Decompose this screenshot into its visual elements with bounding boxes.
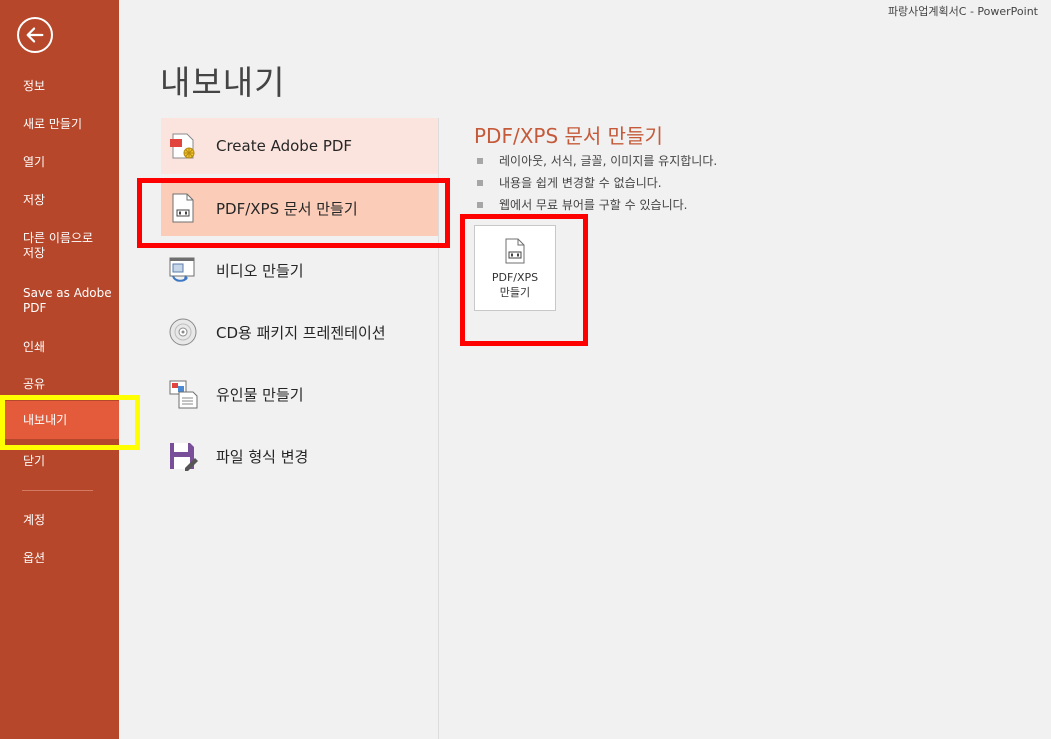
option-create-pdf-xps[interactable]: PDF/XPS 문서 만들기 bbox=[161, 180, 438, 236]
adobe-pdf-icon bbox=[166, 129, 200, 163]
create-pdf-xps-button[interactable]: PDF/XPS 만들기 bbox=[474, 225, 556, 311]
arrow-left-icon bbox=[26, 27, 44, 43]
nav-item-save[interactable]: 저장 bbox=[0, 193, 119, 208]
option-label: 비디오 만들기 bbox=[216, 261, 304, 280]
bullet-square bbox=[477, 202, 483, 208]
bullet-item: 내용을 쉽게 변경할 수 없습니다. bbox=[477, 172, 717, 194]
option-label: Create Adobe PDF bbox=[216, 137, 353, 155]
nav-item-print[interactable]: 인쇄 bbox=[0, 340, 119, 355]
nav-item-save-as-adobe-pdf[interactable]: Save as Adobe PDF bbox=[0, 286, 119, 316]
nav-item-new[interactable]: 새로 만들기 bbox=[0, 117, 119, 132]
option-package-for-cd[interactable]: CD용 패키지 프레젠테이션 bbox=[161, 304, 438, 360]
option-create-handouts[interactable]: 유인물 만들기 bbox=[161, 366, 438, 422]
option-label: CD용 패키지 프레젠테이션 bbox=[216, 323, 386, 342]
bullet-item: 레이아웃, 서식, 글꼴, 이미지를 유지합니다. bbox=[477, 150, 717, 172]
nav-item-export[interactable]: 내보내기 bbox=[0, 401, 119, 439]
nav-item-options[interactable]: 옵션 bbox=[0, 551, 119, 566]
sidebar-divider bbox=[22, 490, 93, 491]
pdf-xps-document-icon bbox=[505, 238, 525, 264]
nav-item-info[interactable]: 정보 bbox=[0, 79, 119, 94]
option-create-adobe-pdf[interactable]: Create Adobe PDF bbox=[161, 118, 438, 174]
options-divider bbox=[438, 118, 439, 739]
nav-item-save-as[interactable]: 다른 이름으로 저장 bbox=[0, 231, 119, 261]
bullet-square bbox=[477, 158, 483, 164]
nav-item-share[interactable]: 공유 bbox=[0, 377, 119, 392]
option-create-video[interactable]: 비디오 만들기 bbox=[161, 242, 438, 298]
nav-item-open[interactable]: 열기 bbox=[0, 155, 119, 170]
create-button-label: PDF/XPS 만들기 bbox=[491, 271, 539, 299]
handout-icon bbox=[166, 377, 200, 411]
bullet-square bbox=[477, 180, 483, 186]
save-as-icon bbox=[166, 439, 200, 473]
option-label: PDF/XPS 문서 만들기 bbox=[216, 199, 358, 218]
back-button[interactable] bbox=[17, 17, 53, 53]
nav-item-account[interactable]: 계정 bbox=[0, 513, 119, 528]
nav-item-close[interactable]: 닫기 bbox=[0, 454, 119, 469]
pdf-xps-document-icon bbox=[166, 191, 200, 225]
cd-icon bbox=[166, 315, 200, 349]
video-icon bbox=[166, 253, 200, 287]
detail-bullets: 레이아웃, 서식, 글꼴, 이미지를 유지합니다. 내용을 쉽게 변경할 수 없… bbox=[477, 150, 717, 216]
option-label: 파일 형식 변경 bbox=[216, 447, 309, 466]
detail-title: PDF/XPS 문서 만들기 bbox=[474, 124, 663, 148]
backstage-sidebar: 정보 새로 만들기 열기 저장 다른 이름으로 저장 Save as Adobe… bbox=[0, 0, 119, 739]
option-change-file-type[interactable]: 파일 형식 변경 bbox=[161, 428, 438, 484]
option-label: 유인물 만들기 bbox=[216, 385, 304, 404]
window-title: 파랑사업계획서C - PowerPoint bbox=[887, 5, 1038, 18]
bullet-item: 웹에서 무료 뷰어를 구할 수 있습니다. bbox=[477, 194, 717, 216]
page-title: 내보내기 bbox=[160, 63, 286, 102]
